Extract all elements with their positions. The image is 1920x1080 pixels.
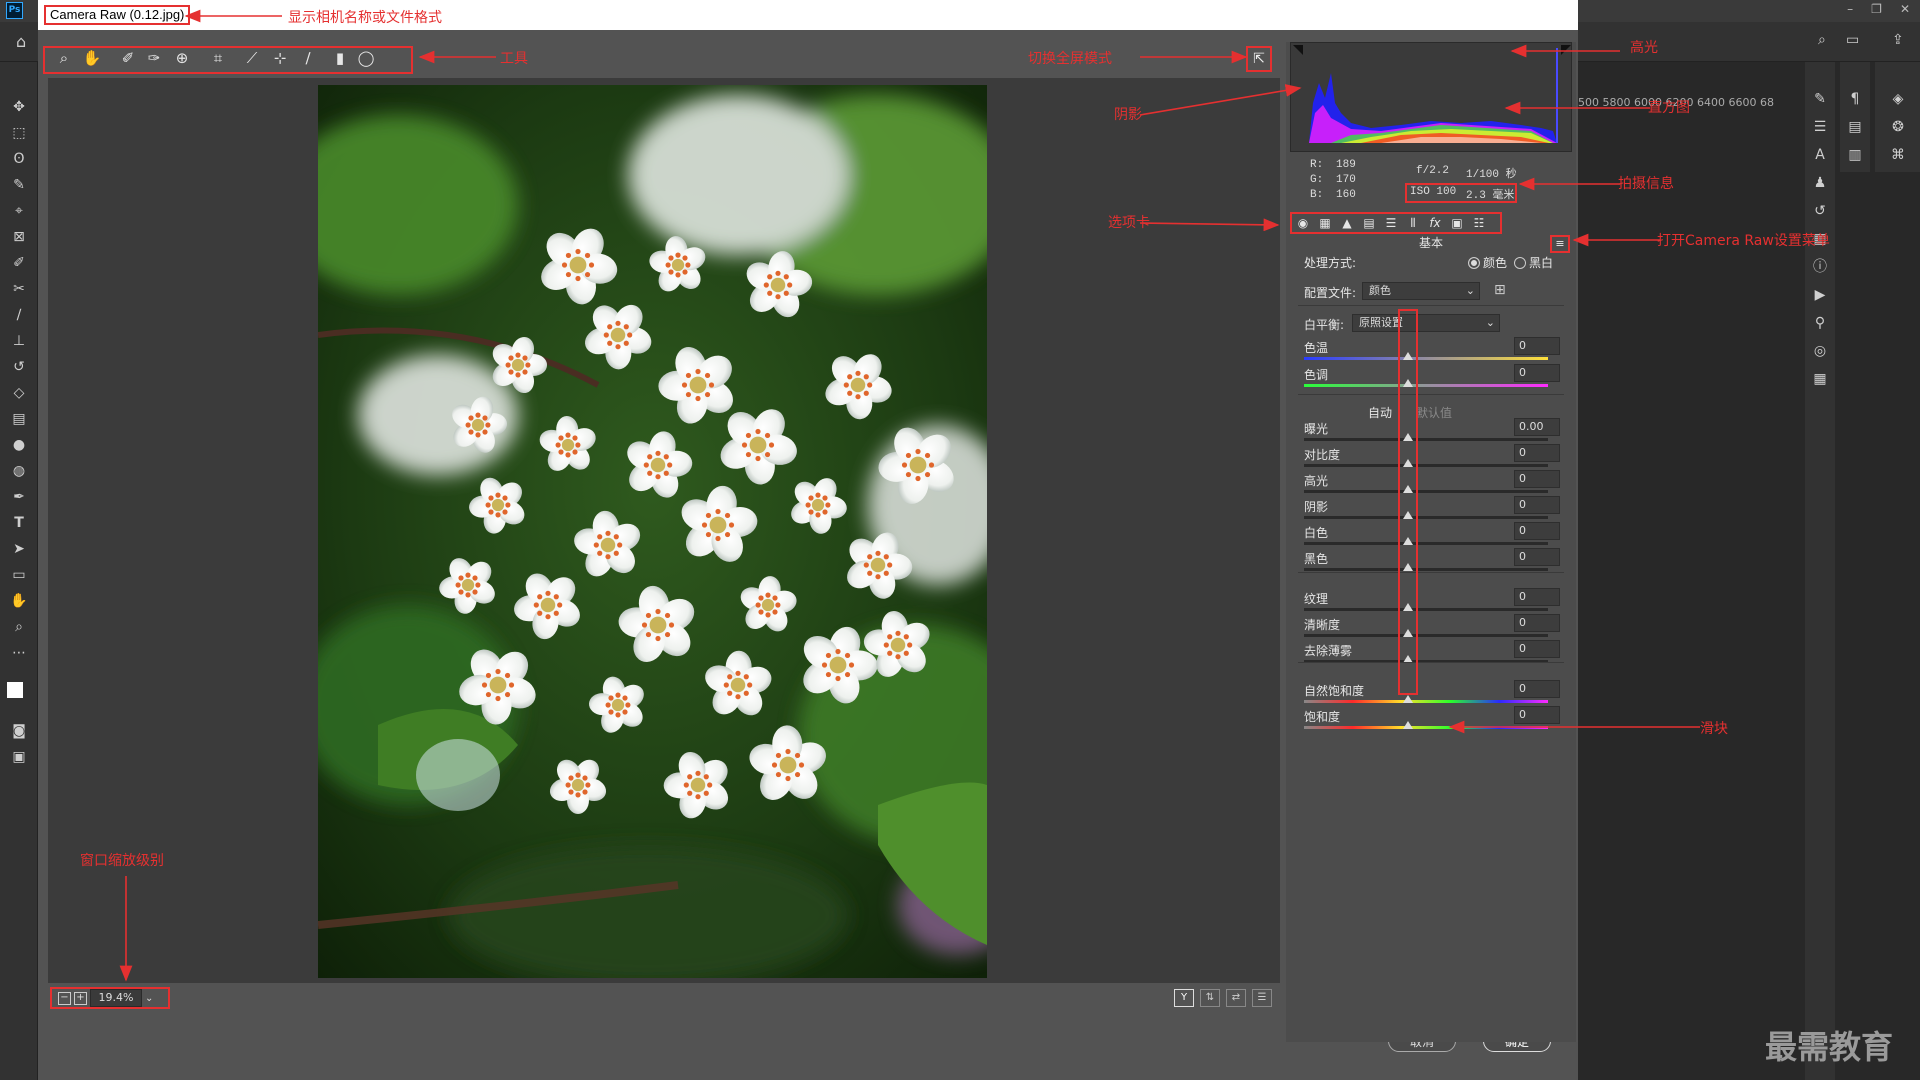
annotation-settings-menu: 打开Camera Raw设置菜单 — [1657, 233, 1830, 249]
annotation-zoom-level: 窗口缩放级别 — [80, 853, 164, 869]
annotation-fullscreen: 切换全屏模式 — [1028, 51, 1112, 67]
annotation-title: 显示相机名称或文件格式 — [288, 10, 442, 26]
annotation-tabs: 选项卡 — [1108, 215, 1150, 231]
annotation-tools: 工具 — [500, 51, 528, 67]
annotation-highlight: 高光 — [1630, 40, 1658, 56]
annotation-slider: 滑块 — [1700, 721, 1728, 737]
watermark: 最需教育 — [1765, 1028, 1894, 1066]
annotation-arrows — [119, 9, 1700, 982]
annotation-shadow: 阴影 — [1114, 107, 1142, 123]
annotation-shot-info: 拍摄信息 — [1618, 176, 1674, 192]
annotation-histogram: 直方图 — [1648, 100, 1690, 116]
